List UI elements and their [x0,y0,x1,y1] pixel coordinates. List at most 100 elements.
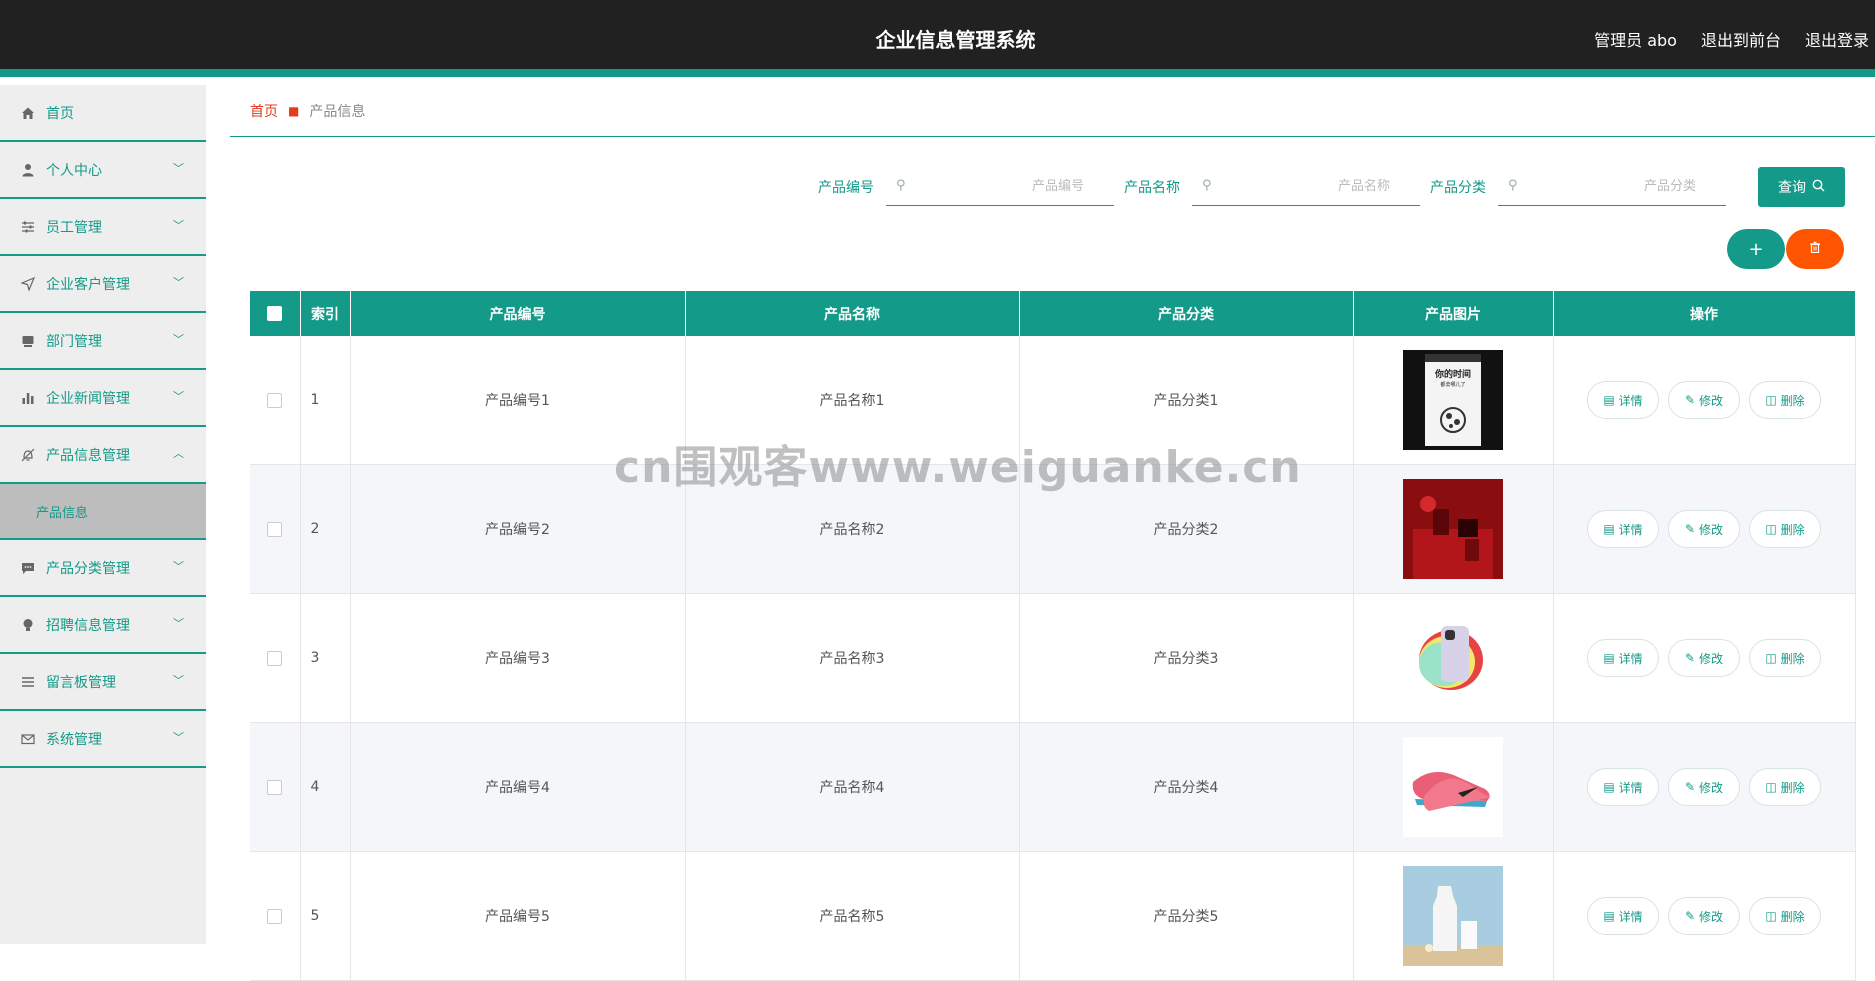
delete-button[interactable]: ◫ 删除 [1749,639,1821,677]
edit-button[interactable]: ✎ 修改 [1668,510,1740,548]
sidebar-item-label: 招聘信息管理 [46,617,130,634]
add-button[interactable]: + [1727,229,1785,269]
sidebar-item-departments[interactable]: 部门管理 ﹀ [0,313,206,370]
table-header-row: 索引 产品编号 产品名称 产品分类 产品图片 操作 [250,291,1856,336]
breadcrumb: 首页 ■ 产品信息 [230,85,1875,137]
search-icon: ⚲ [896,178,906,193]
breadcrumb-current: 产品信息 [309,103,366,120]
chat-icon [20,560,36,576]
row-checkbox[interactable] [267,908,283,924]
detail-button[interactable]: ▤ 详情 [1587,768,1659,806]
logout-link[interactable]: 退出登录 [1805,27,1869,51]
sidebar-item-label: 留言板管理 [46,674,116,691]
box-icon [20,333,36,349]
chevron-down-icon: ﹀ [173,219,184,232]
table-row: 4 产品编号4 产品名称4 产品分类4 ▤ 详情 ✎ 修改 ◫ 删除 [250,722,1856,852]
batch-delete-button[interactable] [1786,229,1844,269]
sidebar-item-categories[interactable]: 产品分类管理 ﹀ [0,540,206,597]
sidebar-item-personal[interactable]: 个人中心 ﹀ [0,142,206,199]
row-checkbox[interactable] [267,779,283,795]
chevron-down-icon: ﹀ [173,333,184,346]
sidebar-item-system[interactable]: 系统管理 ﹀ [0,711,206,768]
search-field-name: ⚲ [1192,167,1420,206]
detail-button[interactable]: ▤ 详情 [1587,381,1659,419]
sidebar-subitem-product-info[interactable]: 产品信息 [0,484,206,540]
front-page-link[interactable]: 退出到前台 [1701,27,1781,51]
query-button[interactable]: 查询 [1758,167,1845,207]
product-code-input[interactable] [886,167,1114,206]
edit-button[interactable]: ✎ 修改 [1668,639,1740,677]
pencil-icon: ✎ [1684,393,1696,407]
delete-label: 删除 [1780,651,1805,666]
detail-button[interactable]: ▤ 详情 [1587,510,1659,548]
delete-label: 删除 [1780,522,1805,537]
product-category-input[interactable] [1498,167,1726,206]
delete-label: 删除 [1780,780,1805,795]
detail-button[interactable]: ▤ 详情 [1587,897,1659,935]
sidebar-item-messages[interactable]: 留言板管理 ﹀ [0,654,206,711]
send-icon [20,276,36,292]
sidebar-item-customers[interactable]: 企业客户管理 ﹀ [0,256,206,313]
sidebar-item-home[interactable]: 首页 [0,85,206,142]
chevron-down-icon: ﹀ [173,617,184,630]
file-icon: ▤ [1603,780,1615,794]
row-checkbox[interactable] [267,650,283,666]
column-header-index: 索引 [300,291,351,336]
trash-icon: ◫ [1765,522,1777,536]
search-label-name: 产品名称 [1124,180,1180,196]
search-field-code: ⚲ [886,167,1114,206]
delete-button[interactable]: ◫ 删除 [1749,897,1821,935]
delete-button[interactable]: ◫ 删除 [1749,381,1821,419]
sidebar-item-recruitment[interactable]: 招聘信息管理 ﹀ [0,597,206,654]
trash-icon: ◫ [1765,393,1777,407]
edit-label: 修改 [1699,780,1724,795]
column-header-actions: 操作 [1553,291,1856,336]
edit-button[interactable]: ✎ 修改 [1668,897,1740,935]
sidebar-item-label: 员工管理 [46,219,102,236]
row-index: 5 [300,851,351,981]
row-index: 2 [300,464,351,594]
delete-button[interactable]: ◫ 删除 [1749,768,1821,806]
select-all-header [250,291,301,336]
column-header-code: 产品编号 [350,291,686,336]
edit-label: 修改 [1699,651,1724,666]
edit-label: 修改 [1699,522,1724,537]
trash-icon: ◫ [1765,909,1777,923]
row-checkbox[interactable] [267,392,283,408]
row-product-name: 产品名称3 [685,593,1020,723]
bulb-icon [20,617,36,633]
delete-button[interactable]: ◫ 删除 [1749,510,1821,548]
search-label-code: 产品编号 [818,180,874,196]
row-product-category: 产品分类4 [1019,722,1354,852]
svg-text:都去哪儿了: 都去哪儿了 [1440,381,1465,388]
sidebar-item-label: 系统管理 [46,731,102,748]
sidebar-item-label: 产品信息管理 [46,447,130,464]
trash-icon [1809,241,1821,257]
pencil-icon: ✎ [1684,651,1696,665]
file-icon: ▤ [1603,651,1615,665]
chevron-down-icon: ﹀ [173,560,184,573]
row-checkbox[interactable] [267,521,283,537]
sidebar-item-products[interactable]: 产品信息管理 ︿ [0,427,206,484]
breadcrumb-home[interactable]: 首页 [250,101,278,121]
delete-label: 删除 [1780,393,1805,408]
edit-button[interactable]: ✎ 修改 [1668,381,1740,419]
sidebar-item-news[interactable]: 企业新闻管理 ﹀ [0,370,206,427]
admin-user-label[interactable]: 管理员 abo [1594,27,1677,51]
detail-label: 详情 [1618,651,1643,666]
sidebar: 首页 个人中心 ﹀ 员工管理 ﹀ 企业客户管理 ﹀ 部门管理 ﹀ 企业新闻管理 … [0,85,206,944]
select-all-checkbox[interactable] [267,306,283,321]
chevron-down-icon: ﹀ [173,674,184,687]
sidebar-item-label: 产品分类管理 [46,560,130,577]
product-name-input[interactable] [1192,167,1420,206]
sidebar-item-employees[interactable]: 员工管理 ﹀ [0,199,206,256]
table-row: 5 产品编号5 产品名称5 产品分类5 ▤ 详情 ✎ 修改 ◫ 删除 [250,851,1856,981]
product-image-shoes [1403,737,1503,837]
edit-button[interactable]: ✎ 修改 [1668,768,1740,806]
detail-label: 详情 [1618,909,1643,924]
delete-label: 删除 [1780,909,1805,924]
product-image-phones [1403,608,1503,708]
sidebar-item-label: 首页 [46,105,74,122]
sidebar-item-label: 部门管理 [46,333,102,350]
detail-button[interactable]: ▤ 详情 [1587,639,1659,677]
